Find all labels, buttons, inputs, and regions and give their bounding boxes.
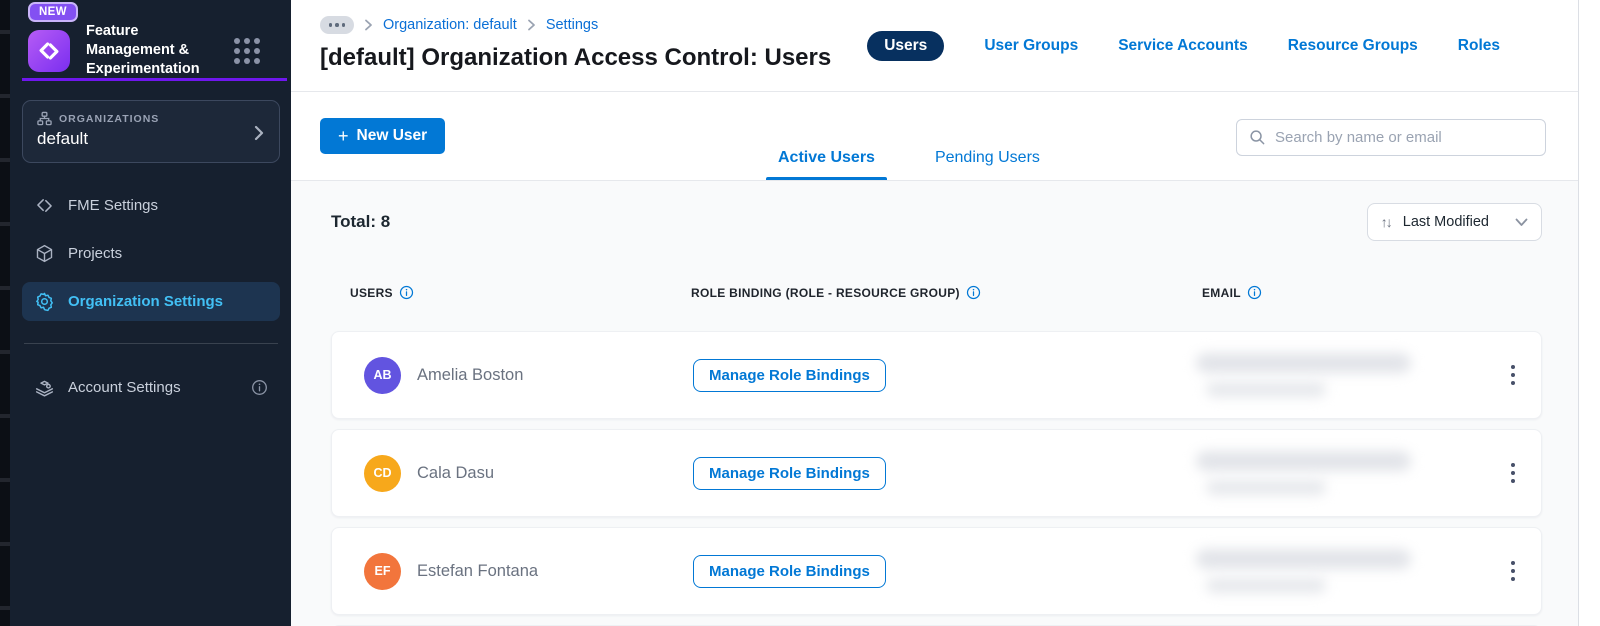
table-row: EF Estefan Fontana Manage Role Bindings: [331, 527, 1542, 615]
table-header-row: USERS ROLE BINDING (ROLE - RESOURCE GROU…: [331, 285, 1542, 300]
page-title: [default] Organization Access Control: U…: [320, 44, 832, 71]
sidebar-nav: FME Settings Projects Organization Setti…: [22, 186, 280, 416]
user-name: Cala Dasu: [417, 463, 495, 482]
column-header-email: EMAIL: [1202, 285, 1486, 300]
cube-icon: [36, 244, 53, 263]
breadcrumb-link-settings[interactable]: Settings: [546, 17, 598, 33]
breadcrumb: Organization: default Settings: [320, 16, 598, 34]
manage-role-bindings-button[interactable]: Manage Role Bindings: [693, 554, 886, 588]
search-icon: [1250, 130, 1265, 145]
info-icon[interactable]: [399, 285, 414, 300]
chevron-down-icon: [1515, 218, 1528, 226]
search-input[interactable]: [1275, 129, 1533, 146]
row-menu-kebab-icon[interactable]: [1505, 457, 1522, 490]
accent-divider: [22, 78, 287, 81]
app-header: Feature Management & Experimentation: [28, 22, 278, 79]
table-row: AB Amelia Boston Manage Role Bindings: [331, 331, 1542, 419]
tab-user-groups[interactable]: User Groups: [984, 37, 1078, 55]
tab-users[interactable]: Users: [867, 31, 945, 61]
main-area: Organization: default Settings [default]…: [291, 0, 1578, 626]
email-redacted: [1196, 545, 1431, 597]
tab-roles[interactable]: Roles: [1458, 37, 1500, 55]
chevron-right-icon: [365, 19, 372, 31]
email-redacted: [1196, 349, 1431, 401]
toolbar: + New User Active Users Pending Users: [291, 92, 1578, 181]
column-header-users: USERS: [350, 285, 691, 300]
organizations-label: ORGANIZATIONS: [59, 112, 160, 125]
breadcrumb-ellipsis-button[interactable]: [320, 16, 354, 34]
user-rows: AB Amelia Boston Manage Role Bindings CD…: [331, 331, 1542, 615]
sidebar-item-projects[interactable]: Projects: [22, 234, 280, 273]
row-menu-kebab-icon[interactable]: [1505, 359, 1522, 392]
info-icon[interactable]: [966, 285, 981, 300]
tab-pending-users[interactable]: Pending Users: [923, 149, 1052, 180]
breadcrumb-link-organization[interactable]: Organization: default: [383, 17, 517, 33]
app-title: Feature Management & Experimentation: [86, 23, 200, 77]
app-screen: NEW Feature Management & Experimentation: [0, 0, 1600, 626]
plus-icon: +: [338, 126, 349, 146]
split-logo-icon: [37, 199, 52, 212]
manage-role-bindings-button[interactable]: Manage Role Bindings: [693, 358, 886, 392]
gear-icon: [36, 292, 53, 312]
layers-gear-icon: [35, 380, 54, 397]
sidebar-item-fme-settings[interactable]: FME Settings: [22, 186, 280, 225]
user-name: Amelia Boston: [417, 365, 524, 384]
cropped-desktop-edge: [0, 0, 10, 626]
sidebar-item-label: Account Settings: [68, 379, 181, 396]
search-box: [1236, 119, 1546, 156]
sort-dropdown[interactable]: ↑↓ Last Modified: [1366, 203, 1542, 241]
hierarchy-icon: [37, 111, 52, 126]
users-list-section: Total: 8 ↑↓ Last Modified USERS ROLE BIN…: [291, 181, 1578, 626]
chevron-right-icon: [254, 125, 264, 141]
sidebar-divider: [24, 343, 278, 344]
avatar: CD: [364, 454, 401, 492]
tab-active-users[interactable]: Active Users: [766, 149, 887, 180]
sidebar-item-account-settings[interactable]: Account Settings: [22, 368, 280, 407]
chevron-right-icon: [527, 19, 535, 31]
access-control-tabs: Users User Groups Service Accounts Resou…: [867, 31, 1500, 61]
total-count: Total: 8: [331, 212, 391, 231]
fme-app-logo-icon: [28, 29, 70, 72]
row-menu-kebab-icon[interactable]: [1505, 555, 1522, 588]
manage-role-bindings-button[interactable]: Manage Role Bindings: [693, 456, 886, 490]
module-switcher-icon[interactable]: [234, 37, 260, 64]
sidebar-item-label: Projects: [68, 245, 123, 262]
tab-service-accounts[interactable]: Service Accounts: [1118, 37, 1248, 55]
table-row: CD Cala Dasu Manage Role Bindings: [331, 429, 1542, 517]
avatar: EF: [364, 552, 401, 590]
scrollbar-gutter: [1578, 0, 1600, 626]
email-redacted: [1196, 447, 1431, 499]
organization-selector[interactable]: ORGANIZATIONS default: [22, 100, 280, 163]
new-user-button[interactable]: + New User: [320, 118, 446, 154]
organization-value: default: [37, 129, 89, 148]
page-header: Organization: default Settings [default]…: [291, 0, 1578, 92]
sidebar-item-organization-settings[interactable]: Organization Settings: [22, 282, 280, 321]
info-icon[interactable]: [251, 379, 268, 396]
sort-label: Last Modified: [1402, 214, 1489, 230]
user-name: Estefan Fontana: [417, 561, 539, 580]
tab-resource-groups[interactable]: Resource Groups: [1288, 37, 1418, 55]
sort-arrows-icon: ↑↓: [1380, 214, 1393, 230]
new-badge: NEW: [28, 2, 78, 22]
info-icon[interactable]: [1247, 285, 1262, 300]
column-header-role-binding: ROLE BINDING (ROLE - RESOURCE GROUP): [691, 285, 1202, 300]
sidebar: NEW Feature Management & Experimentation: [10, 0, 291, 626]
sidebar-item-label: Organization Settings: [68, 293, 224, 310]
user-state-tabs: Active Users Pending Users: [766, 149, 1052, 180]
avatar: AB: [364, 356, 401, 394]
sidebar-item-label: FME Settings: [68, 197, 159, 214]
